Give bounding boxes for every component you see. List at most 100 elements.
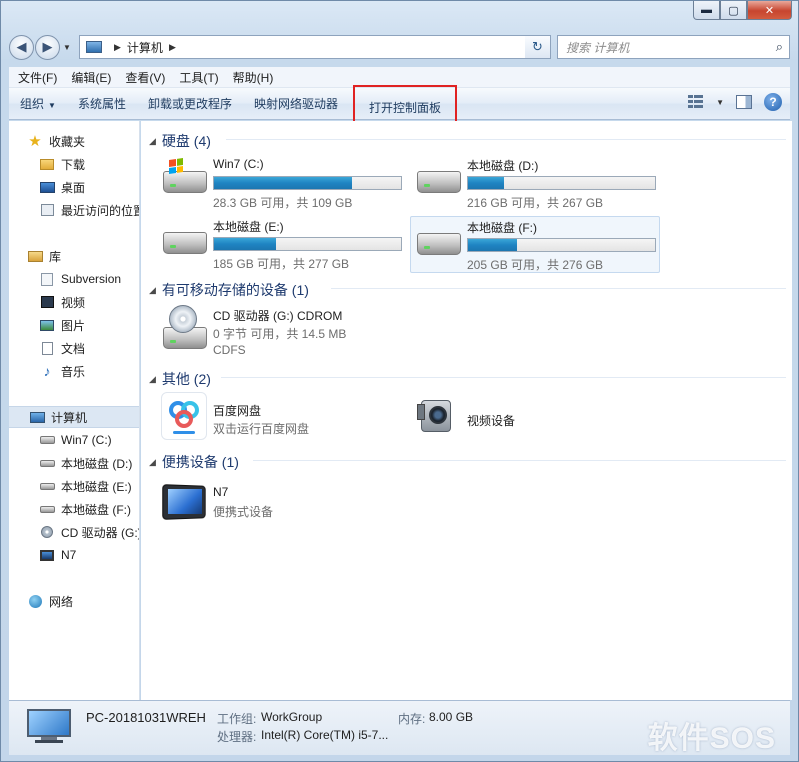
nav-drive-c-label: Win7 (C:) (61, 433, 112, 447)
view-controls: ▼ ? (688, 93, 782, 111)
search-input[interactable]: 搜索 计算机 ⌕ (557, 35, 790, 59)
change-view-icon[interactable] (688, 95, 704, 109)
hard-drive-icon (161, 216, 209, 264)
nav-videos[interactable]: 视频 (39, 291, 139, 313)
group-portable-devices[interactable]: ◢ 便携设备 (1) (149, 452, 239, 472)
forward-button[interactable]: ▶ (35, 34, 60, 60)
nav-pictures-label: 图片 (61, 318, 86, 333)
breadcrumb-computer[interactable]: 计算机 (127, 39, 163, 56)
nav-desktop-label: 桌面 (61, 180, 86, 195)
nav-desktop[interactable]: 桌面 (39, 176, 139, 198)
group-removable-label: 有可移动存储的设备 (1) (161, 282, 309, 298)
baidu-netdisk-tile[interactable]: 百度网盘 双击运行百度网盘 (151, 392, 399, 444)
nav-libraries[interactable]: 库 (27, 245, 139, 267)
group-removable-storage[interactable]: ◢ 有可移动存储的设备 (1) (149, 280, 309, 300)
nav-network[interactable]: 网络 (27, 590, 139, 612)
cd-drive-tile[interactable]: CD 驱动器 (G:) CDROM 0 字节 可用，共 14.5 MB CDFS (151, 305, 399, 361)
menu-help[interactable]: 帮助(H) (226, 69, 281, 86)
video-device-tile[interactable]: 视频设备 (405, 392, 655, 444)
hard-drive-icon (39, 502, 55, 516)
system-drive-icon (161, 155, 209, 203)
nav-drive-g[interactable]: CD 驱动器 (G:) (39, 521, 139, 543)
menu-bar: 文件(F) 编辑(E) 查看(V) 工具(T) 帮助(H) (9, 67, 790, 88)
minimize-button[interactable]: ▬ (693, 1, 720, 20)
portable-device-icon (39, 548, 55, 562)
collapse-triangle-icon[interactable]: ◢ (149, 136, 156, 147)
breadcrumb-arrow-icon[interactable]: ▶ (114, 42, 121, 53)
command-bar: 组织 ▼ 系统属性 卸载或更改程序 映射网络驱动器 打开控制面板 ▼ ? (9, 84, 790, 131)
star-icon: ★ (28, 133, 42, 150)
baidu-netdisk-icon (161, 392, 209, 440)
nav-n7[interactable]: N7 (39, 544, 139, 566)
chevron-down-icon: ▼ (48, 101, 56, 110)
recent-pages-dropdown[interactable]: ▼ (61, 43, 73, 52)
drive-c-usage-fill (214, 177, 353, 189)
computer-name: PC-20181031WREH (86, 710, 206, 725)
organize-button[interactable]: 组织 ▼ (9, 95, 67, 112)
drive-tile-e[interactable]: 本地磁盘 (E:) 185 GB 可用，共 277 GB (151, 216, 402, 276)
cd-drive-icon (39, 525, 55, 539)
menu-file[interactable]: 文件(F) (11, 69, 64, 86)
drive-e-name: 本地磁盘 (E:) (213, 220, 284, 234)
address-bar[interactable]: ▶ 计算机 ▶ ▼ (79, 35, 549, 59)
cd-drive-icon (161, 305, 209, 353)
preview-pane-icon[interactable] (736, 95, 752, 109)
search-placeholder: 搜索 计算机 (566, 40, 630, 55)
nav-computer[interactable]: 计算机 (9, 406, 139, 428)
group-divider (226, 139, 786, 140)
cd-drive-filesystem: CDFS (213, 343, 246, 357)
desktop-icon (39, 180, 55, 194)
nav-pictures[interactable]: 图片 (39, 314, 139, 336)
menu-edit[interactable]: 编辑(E) (64, 69, 118, 86)
breadcrumb-arrow-icon[interactable]: ▶ (169, 42, 176, 53)
n7-device-tile[interactable]: N7 便携式设备 (151, 481, 399, 527)
recent-places-icon (39, 203, 55, 217)
nav-drive-c[interactable]: Win7 (C:) (39, 429, 139, 451)
nav-downloads-label: 下载 (61, 157, 86, 172)
collapse-triangle-icon[interactable]: ◢ (149, 285, 156, 296)
drive-tile-d[interactable]: 本地磁盘 (D:) 216 GB 可用，共 267 GB (405, 155, 656, 215)
map-network-drive-button[interactable]: 映射网络驱动器 (243, 95, 349, 112)
collapse-triangle-icon[interactable]: ◢ (149, 374, 156, 385)
network-icon (27, 594, 43, 608)
nav-drive-d[interactable]: 本地磁盘 (D:) (39, 452, 139, 474)
drive-tile-f[interactable]: 本地磁盘 (F:) 205 GB 可用，共 276 GB (410, 216, 660, 273)
nav-documents[interactable]: 文档 (39, 337, 139, 359)
group-hard-disks[interactable]: ◢ 硬盘 (4) (149, 131, 211, 151)
uninstall-program-button[interactable]: 卸载或更改程序 (137, 95, 243, 112)
drive-e-free-space: 185 GB 可用，共 277 GB (213, 257, 350, 271)
nav-music[interactable]: ♪ 音乐 (39, 360, 139, 382)
refresh-button[interactable]: ↻ (525, 35, 551, 59)
group-other[interactable]: ◢ 其他 (2) (149, 369, 211, 389)
menu-view[interactable]: 查看(V) (118, 69, 172, 86)
nav-drive-e[interactable]: 本地磁盘 (E:) (39, 475, 139, 497)
help-icon[interactable]: ? (764, 93, 782, 111)
drive-f-free-space: 205 GB 可用，共 276 GB (467, 258, 604, 272)
hard-drive-icon (39, 456, 55, 470)
nav-videos-label: 视频 (61, 295, 86, 310)
drive-c-free-space: 28.3 GB 可用，共 109 GB (213, 196, 353, 210)
drive-tile-c[interactable]: Win7 (C:) 28.3 GB 可用，共 109 GB (151, 155, 402, 215)
nav-favorites[interactable]: ★ 收藏夹 (27, 130, 139, 152)
nav-recent-places[interactable]: 最近访问的位置 (39, 199, 139, 221)
search-icon[interactable]: ⌕ (776, 39, 783, 55)
system-properties-button[interactable]: 系统属性 (67, 95, 137, 112)
drive-c-usage-bar (213, 176, 402, 190)
back-button[interactable]: ◀ (9, 34, 34, 60)
drive-f-name: 本地磁盘 (F:) (467, 221, 537, 235)
video-device-name: 视频设备 (467, 414, 516, 428)
n7-device-desc: 便携式设备 (213, 505, 274, 519)
group-divider (221, 377, 786, 378)
maximize-button[interactable]: ▢ (720, 1, 747, 20)
picture-library-icon (39, 318, 55, 332)
chevron-down-icon[interactable]: ▼ (716, 98, 724, 107)
menu-tools[interactable]: 工具(T) (172, 69, 225, 86)
nav-drive-f[interactable]: 本地磁盘 (F:) (39, 498, 139, 520)
nav-downloads[interactable]: 下载 (39, 153, 139, 175)
nav-subversion[interactable]: Subversion (39, 268, 139, 290)
computer-icon (86, 41, 102, 53)
collapse-triangle-icon[interactable]: ◢ (149, 457, 156, 468)
music-note-icon: ♪ (43, 363, 51, 379)
close-button[interactable]: ✕ (747, 1, 792, 20)
nav-n7-label: N7 (61, 548, 77, 562)
